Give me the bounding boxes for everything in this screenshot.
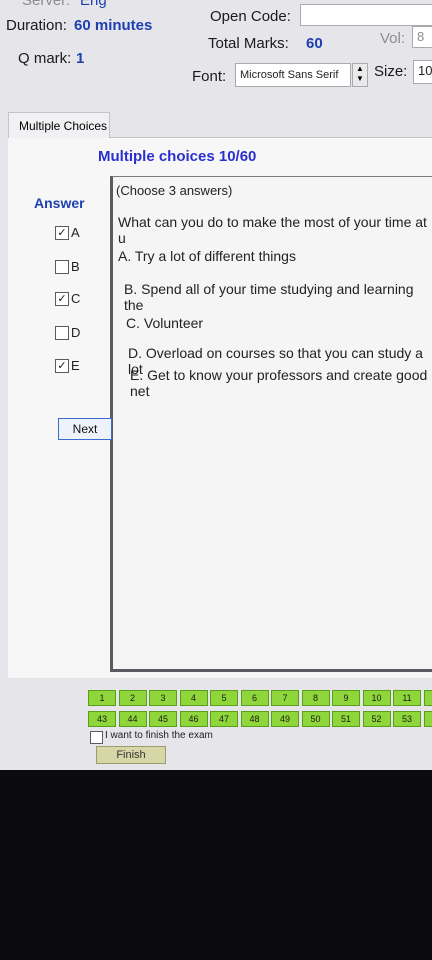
- question-number-button[interactable]: 8: [301, 690, 330, 706]
- question-number-button[interactable]: 9: [332, 690, 360, 706]
- spin-up-icon[interactable]: ▲: [356, 64, 364, 73]
- option-letter: C: [71, 291, 81, 306]
- total-marks-value: 60: [306, 35, 323, 52]
- exam-window: Server: Eng Duration: 60 minutes Open Co…: [0, 0, 432, 770]
- duration-label: Duration:: [6, 17, 67, 34]
- tab-multiple-choices[interactable]: Multiple Choices: [8, 112, 110, 138]
- font-spinner[interactable]: ▲ ▼: [352, 63, 368, 87]
- question-number-button[interactable]: 2: [118, 690, 147, 706]
- qmark-label: Q mark:: [18, 50, 72, 67]
- next-button[interactable]: Next: [58, 418, 112, 440]
- server-label: Server:: [22, 0, 71, 9]
- option-letter: E: [71, 358, 80, 373]
- question-title: Multiple choices 10/60: [98, 148, 257, 165]
- question-number-button[interactable]: 49: [271, 711, 299, 727]
- question-number-button[interactable]: 53: [393, 711, 421, 727]
- open-code-field[interactable]: [300, 4, 432, 26]
- question-number-button[interactable]: 48: [240, 711, 269, 727]
- qmark-value: 1: [76, 50, 85, 67]
- open-code-label: Open Code:: [210, 8, 291, 25]
- question-number-button[interactable]: 1: [88, 690, 116, 706]
- duration-value: 60 minutes: [74, 17, 153, 34]
- option-text-a: A. Try a lot of different things: [118, 248, 296, 264]
- font-select[interactable]: Microsoft Sans Serif: [235, 63, 351, 87]
- question-number-button[interactable]: 5: [210, 690, 238, 706]
- checkbox-d[interactable]: [55, 326, 69, 340]
- total-marks-label: Total Marks:: [208, 35, 289, 52]
- size-field[interactable]: 10: [413, 60, 432, 84]
- question-instruction: (Choose 3 answers): [116, 183, 233, 198]
- question-number-button[interactable]: 6: [240, 690, 269, 706]
- question-number-button[interactable]: 50: [301, 711, 330, 727]
- vol-label: Vol:: [380, 30, 406, 47]
- question-number-button[interactable]: 54: [423, 711, 432, 727]
- checkbox-b[interactable]: [55, 260, 69, 274]
- question-number-button[interactable]: 44: [118, 711, 147, 727]
- answer-label: Answer: [34, 195, 85, 211]
- finish-exam-label: I want to finish the exam: [105, 730, 213, 741]
- option-text-b: B. Spend all of your time studying and l…: [124, 281, 414, 313]
- option-letter: D: [71, 325, 81, 340]
- server-value: Eng: [80, 0, 107, 9]
- option-letter: B: [71, 259, 80, 274]
- option-text-c: C. Volunteer: [126, 315, 204, 331]
- question-text: What can you do to make the most of your…: [118, 214, 427, 246]
- size-label: Size:: [374, 63, 408, 80]
- vol-field[interactable]: 8: [412, 26, 432, 48]
- question-number-button[interactable]: 46: [179, 711, 208, 727]
- checkbox-e[interactable]: ✓: [55, 359, 69, 373]
- checkbox-c[interactable]: ✓: [55, 292, 69, 306]
- question-number-button[interactable]: 51: [332, 711, 360, 727]
- question-number-button[interactable]: 10: [362, 690, 391, 706]
- question-number-button[interactable]: 47: [210, 711, 238, 727]
- question-number-button[interactable]: 7: [271, 690, 299, 706]
- option-letter: A: [71, 225, 80, 240]
- question-number-button[interactable]: 52: [362, 711, 391, 727]
- checkbox-a[interactable]: ✓: [55, 226, 69, 240]
- question-number-button[interactable]: 43: [88, 711, 116, 727]
- question-number-button[interactable]: 12: [423, 690, 432, 706]
- finish-exam-checkbox[interactable]: [90, 731, 103, 744]
- question-number-button[interactable]: 11: [393, 690, 421, 706]
- font-label: Font:: [192, 68, 227, 85]
- option-text-e: E. Get to know your professors and creat…: [130, 367, 428, 399]
- question-number-button[interactable]: 3: [149, 690, 177, 706]
- question-number-button[interactable]: 4: [179, 690, 208, 706]
- question-number-button[interactable]: 45: [149, 711, 177, 727]
- spin-down-icon[interactable]: ▼: [356, 74, 364, 83]
- finish-button[interactable]: Finish: [96, 746, 166, 764]
